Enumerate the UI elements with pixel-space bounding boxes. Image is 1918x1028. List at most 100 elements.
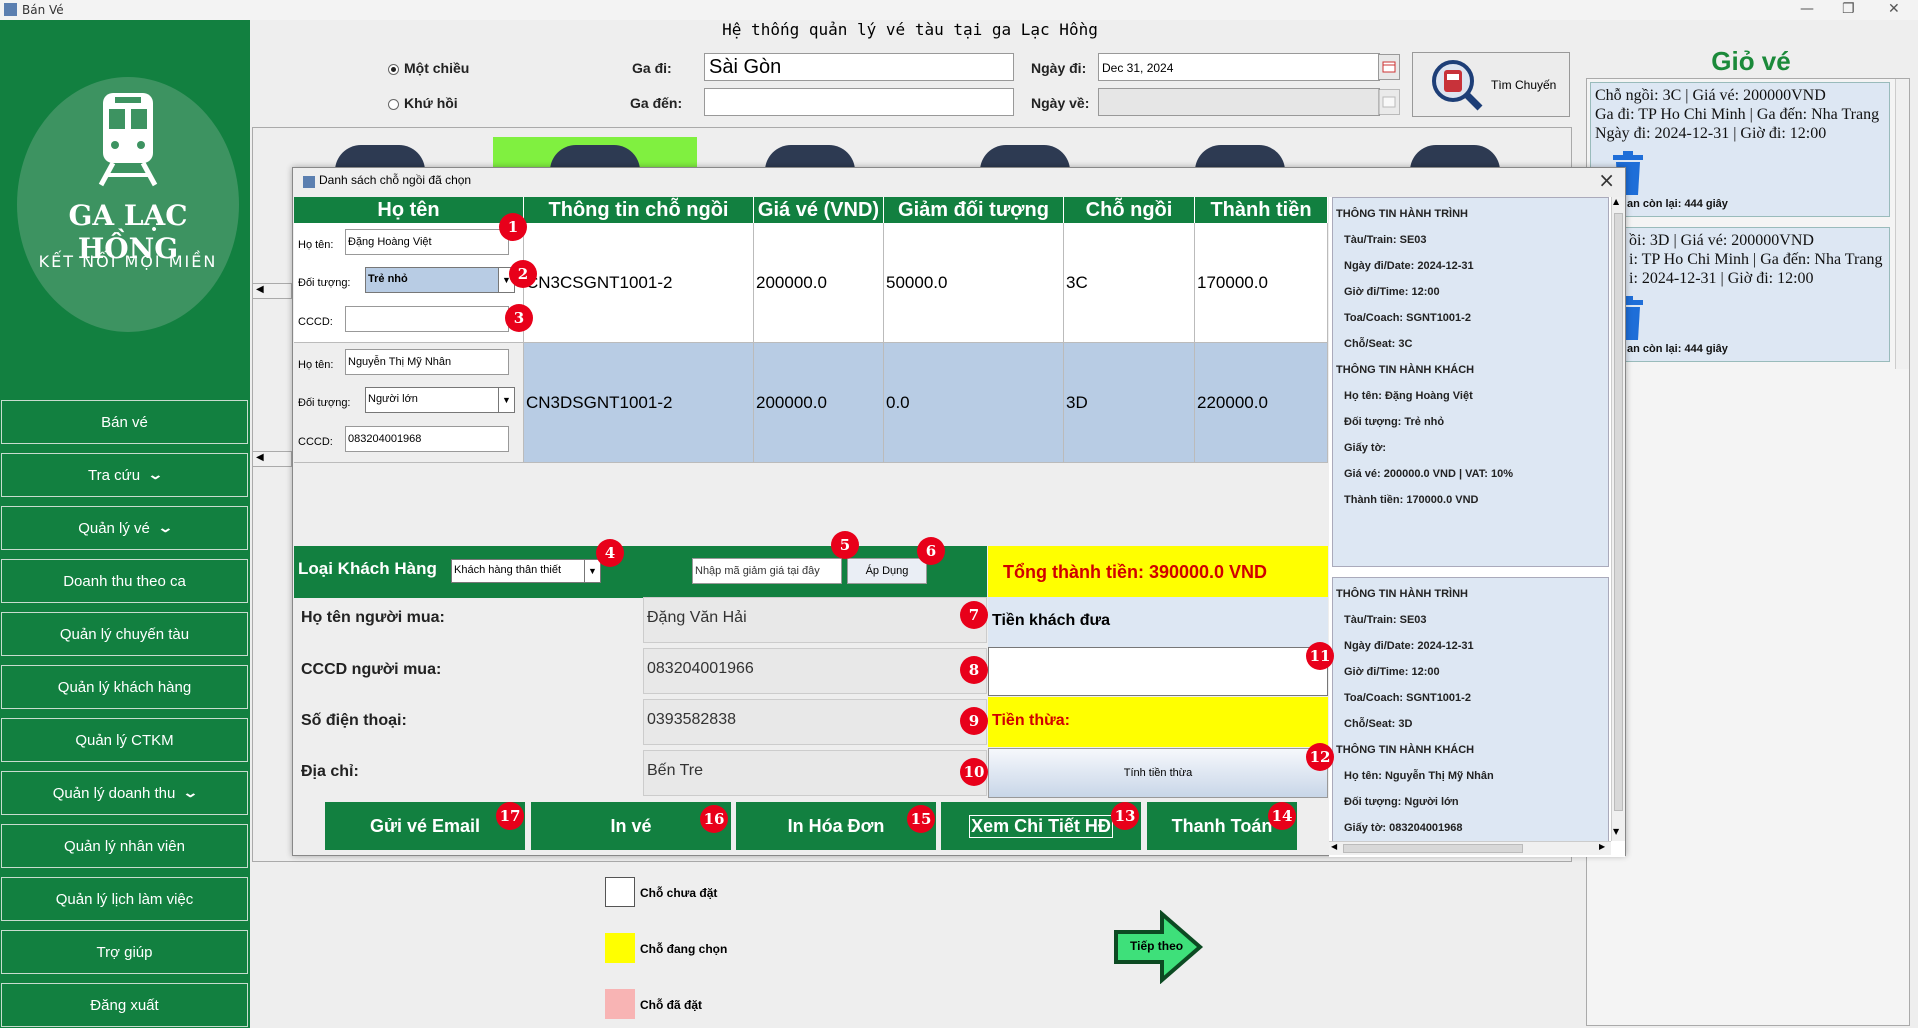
scroll-right-icon[interactable]: ▶ bbox=[1599, 842, 1605, 851]
passenger-id-input[interactable] bbox=[345, 306, 509, 332]
radio-icon bbox=[388, 98, 399, 110]
sidebar-item-label: Quản lý doanh thu bbox=[52, 784, 176, 802]
annotation-badge: 1 bbox=[499, 213, 527, 241]
calc-change-button[interactable]: Tính tiền thừa bbox=[988, 748, 1328, 798]
scroll-thumb[interactable] bbox=[1614, 213, 1623, 811]
cart-scrollbar[interactable] bbox=[1895, 79, 1909, 369]
customer-type-select[interactable]: Khách hàng thân thiết ▼ bbox=[451, 559, 601, 583]
table-row[interactable]: Họ tên: Đặng Hoàng Việt Đối tượng: Trẻ n… bbox=[294, 223, 1328, 343]
depart-date-input[interactable]: Dec 31, 2024 bbox=[1098, 53, 1380, 81]
calendar-icon bbox=[1378, 89, 1400, 115]
to-station-input[interactable] bbox=[704, 88, 1014, 116]
annotation-badge: 16 bbox=[700, 805, 728, 833]
detail-train: Tàu/Train: SE03 bbox=[1344, 614, 1427, 626]
annotation-badge: 7 bbox=[960, 601, 988, 629]
ticket-detail-panel: THÔNG TIN HÀNH TRÌNH Tàu/Train: SE03 Ngà… bbox=[1329, 197, 1625, 857]
detail-vertical-scrollbar[interactable]: ▲ ▼ bbox=[1611, 197, 1625, 841]
round-trip-radio[interactable]: Khứ hồi bbox=[388, 95, 458, 111]
one-way-radio[interactable]: Một chiều bbox=[388, 60, 469, 76]
detail-name: Họ tên: Đặng Hoàng Việt bbox=[1344, 390, 1473, 402]
scroll-left-icon[interactable]: ◀ bbox=[1331, 842, 1337, 851]
cart-item: ồi: 3D | Giá vé: 200000VND i: TP Ho Chi … bbox=[1590, 227, 1890, 362]
calendar-icon[interactable] bbox=[1378, 54, 1400, 80]
close-icon[interactable]: ✕ bbox=[1888, 1, 1900, 17]
sidebar-item-quan-ly-nhan-vien[interactable]: Quản lý nhân viên bbox=[1, 824, 248, 868]
seat-info-cell: CN3DSGNT1001-2 bbox=[524, 343, 754, 463]
close-icon[interactable]: × bbox=[1598, 168, 1615, 192]
cart-item-seat: ồi: 3D | Giá vé: 200000VND bbox=[1629, 232, 1814, 249]
radio-selected-icon bbox=[388, 63, 399, 75]
passenger-type-select[interactable]: Trẻ nhỏ ▼ bbox=[365, 267, 515, 293]
passenger-name-input[interactable]: Đặng Hoàng Việt bbox=[345, 229, 509, 255]
discount-cell: 50000.0 bbox=[884, 223, 1064, 343]
next-label: Tiếp theo bbox=[1130, 939, 1184, 953]
buyer-phone-field[interactable]: 0393582838 bbox=[643, 699, 987, 745]
col-header-name: Họ tên bbox=[294, 197, 524, 223]
scroll-thumb[interactable] bbox=[1343, 844, 1523, 853]
send-email-button[interactable]: Gửi vé Email bbox=[325, 802, 525, 850]
sidebar-item-quan-ly-lich-lam-viec[interactable]: Quản lý lịch làm việc bbox=[1, 877, 248, 921]
buyer-address-label: Địa chỉ: bbox=[301, 763, 359, 780]
sidebar-item-quan-ly-doanh-thu[interactable]: Quản lý doanh thu ⌄ bbox=[1, 771, 248, 815]
sidebar-item-dang-xuat[interactable]: Đăng xuất bbox=[1, 983, 248, 1027]
detail-horizontal-scrollbar[interactable]: ◀ ▶ bbox=[1329, 841, 1611, 855]
total-cell: 220000.0 bbox=[1195, 343, 1328, 463]
to-label: Ga đến: bbox=[630, 95, 683, 111]
sidebar-item-label: Doanh thu theo ca bbox=[63, 572, 186, 590]
name-label: Họ tên: bbox=[298, 359, 334, 371]
ticket-detail-card: THÔNG TIN HÀNH TRÌNH Tàu/Train: SE03 Ngà… bbox=[1332, 197, 1609, 567]
scroll-left-icon[interactable]: ◀ bbox=[252, 451, 292, 467]
app-title: Hệ thống quản lý vé tàu tại ga Lạc Hồng bbox=[722, 20, 1098, 39]
sidebar-item-tra-cuu[interactable]: Tra cứu ⌄ bbox=[1, 453, 248, 497]
detail-train: Tàu/Train: SE03 bbox=[1344, 234, 1427, 246]
sidebar-item-label: Đăng xuất bbox=[90, 996, 159, 1014]
sidebar-item-quan-ly-chuyen-tau[interactable]: Quản lý chuyến tàu bbox=[1, 612, 248, 656]
passenger-type-value: Trẻ nhỏ bbox=[368, 273, 408, 285]
sidebar-item-tro-giup[interactable]: Trợ giúp bbox=[1, 930, 248, 974]
price-cell: 200000.0 bbox=[754, 343, 884, 463]
one-way-label: Một chiều bbox=[404, 60, 470, 76]
passenger-name-input[interactable]: Nguyễn Thị Mỹ Nhân bbox=[345, 349, 509, 375]
grand-total: Tổng thành tiền: 390000.0 VND bbox=[988, 546, 1328, 598]
window-title: Bán Vé bbox=[22, 3, 64, 17]
print-invoice-button[interactable]: In Hóa Đơn bbox=[736, 802, 936, 850]
sidebar-item-quan-ly-ctkm[interactable]: Quản lý CTKM bbox=[1, 718, 248, 762]
scroll-left-icon[interactable]: ◀ bbox=[252, 283, 292, 299]
id-label: CCCD: bbox=[298, 436, 333, 448]
sidebar-item-quan-ly-khach-hang[interactable]: Quản lý khách hàng bbox=[1, 665, 248, 709]
maximize-icon[interactable]: ❐ bbox=[1842, 1, 1855, 17]
sidebar-item-ban-ve[interactable]: Bán vé bbox=[1, 400, 248, 444]
cart-panel: Chỗ ngồi: 3C | Giá vé: 200000VND Ga đi: … bbox=[1586, 78, 1910, 1026]
apply-promo-button[interactable]: Áp Dụng bbox=[847, 558, 927, 584]
sidebar-item-quan-ly-ve[interactable]: Quản lý vé ⌄ bbox=[1, 506, 248, 550]
legend-empty-swatch bbox=[605, 877, 635, 907]
next-button[interactable]: Tiếp theo bbox=[1112, 909, 1204, 985]
price-cell: 200000.0 bbox=[754, 223, 884, 343]
buyer-name-field[interactable]: Đặng Văn Hải bbox=[643, 597, 987, 643]
scroll-up-icon[interactable]: ▲ bbox=[1613, 197, 1619, 206]
table-row[interactable]: Họ tên: Nguyễn Thị Mỹ Nhân Đối tượng: Ng… bbox=[294, 343, 1328, 463]
minimize-icon[interactable]: — bbox=[1800, 1, 1814, 17]
cart-item-timer: an còn lại: 444 giây bbox=[1627, 198, 1728, 210]
sidebar-item-doanh-thu-theo-ca[interactable]: Doanh thu theo ca bbox=[1, 559, 248, 603]
passenger-type-select[interactable]: Người lớn ▼ bbox=[365, 387, 515, 413]
from-station-input[interactable]: Sài Gòn bbox=[704, 53, 1014, 81]
cart-item-seat: Chỗ ngồi: 3C | Giá vé: 200000VND bbox=[1595, 87, 1826, 104]
detail-time: Giờ đi/Time: 12:00 bbox=[1344, 286, 1440, 298]
view-invoice-detail-button[interactable]: Xem Chi Tiết HĐ bbox=[941, 802, 1141, 850]
dropdown-arrow-icon: ▼ bbox=[498, 388, 514, 412]
sidebar-item-label: Quản lý nhân viên bbox=[64, 837, 185, 855]
cash-given-input[interactable] bbox=[988, 647, 1328, 696]
find-trip-button[interactable]: Tìm Chuyến bbox=[1412, 52, 1570, 117]
buyer-address-field[interactable]: Bến Tre bbox=[643, 750, 987, 796]
annotation-badge: 13 bbox=[1111, 802, 1139, 830]
promo-code-input[interactable]: Nhập mã giảm giá tại đây bbox=[692, 558, 842, 584]
chevron-down-icon: ⌄ bbox=[157, 520, 174, 535]
passenger-id-input[interactable]: 083204001968 bbox=[345, 426, 509, 452]
customer-type-value: Khách hàng thân thiết bbox=[454, 564, 562, 576]
scroll-down-icon[interactable]: ▼ bbox=[1613, 827, 1619, 836]
col-header-seat-info: Thông tin chỗ ngồi bbox=[524, 197, 754, 223]
buyer-id-label: CCCD người mua: bbox=[301, 661, 442, 678]
annotation-badge: 10 bbox=[960, 758, 988, 786]
buyer-id-field[interactable]: 083204001966 bbox=[643, 648, 987, 694]
